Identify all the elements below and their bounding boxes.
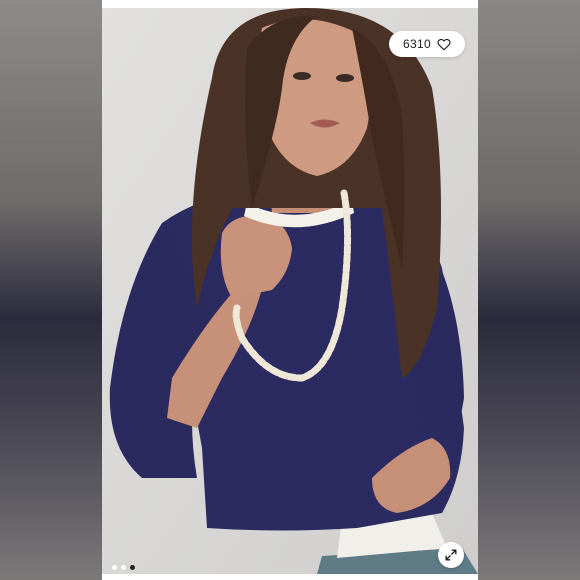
- product-photo[interactable]: 6310: [102, 8, 478, 574]
- carousel-indicator: [112, 565, 135, 570]
- carousel-dot[interactable]: [121, 565, 126, 570]
- blurred-backdrop-right: [478, 0, 580, 580]
- like-count: 6310: [403, 37, 431, 51]
- expand-image-button[interactable]: [438, 542, 464, 568]
- blurred-backdrop-left: [0, 0, 102, 580]
- heart-outline-icon: [437, 38, 451, 50]
- carousel-dot[interactable]: [112, 565, 117, 570]
- expand-arrows-icon: [445, 549, 457, 561]
- like-button[interactable]: 6310: [389, 31, 465, 57]
- carousel-dot-active[interactable]: [130, 565, 135, 570]
- product-image-card: 6310: [102, 0, 478, 580]
